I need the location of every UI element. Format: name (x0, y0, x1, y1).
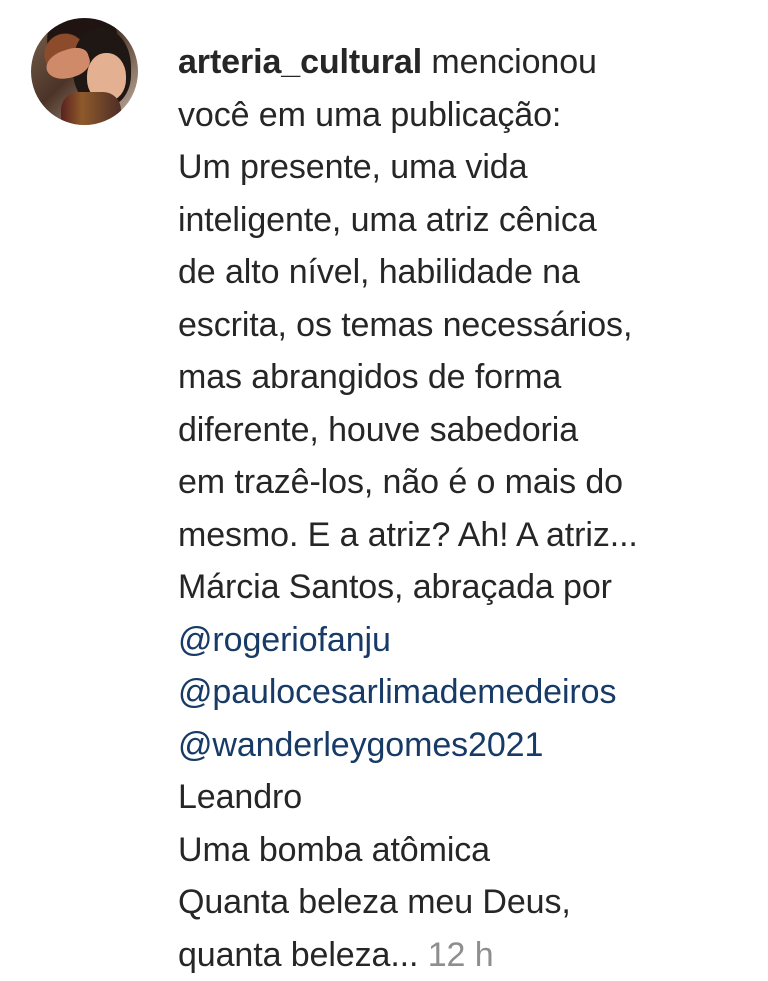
username-link[interactable]: arteria_cultural (178, 43, 422, 81)
mention-link-rogeriofanju[interactable]: @rogeriofanju (178, 621, 391, 659)
publication-caption-text: Um presente, uma vida inteligente, uma a… (178, 148, 638, 606)
avatar-shirt-shape (61, 92, 121, 125)
mention-link-wanderleygomes2021[interactable]: @wanderleygomes2021 (178, 726, 543, 764)
notification-message: arteria_cultural mencionou você em uma p… (178, 36, 718, 981)
notification-item[interactable]: arteria_cultural mencionou você em uma p… (0, 0, 768, 974)
mention-link-paulocesarlimademedeiros[interactable]: @paulocesarlimademedeiros (178, 673, 616, 711)
timestamp: 12 h (427, 935, 494, 974)
closing-caption-text: Leandro Uma bomba atômica Quanta beleza … (178, 778, 571, 974)
avatar[interactable] (31, 18, 138, 125)
